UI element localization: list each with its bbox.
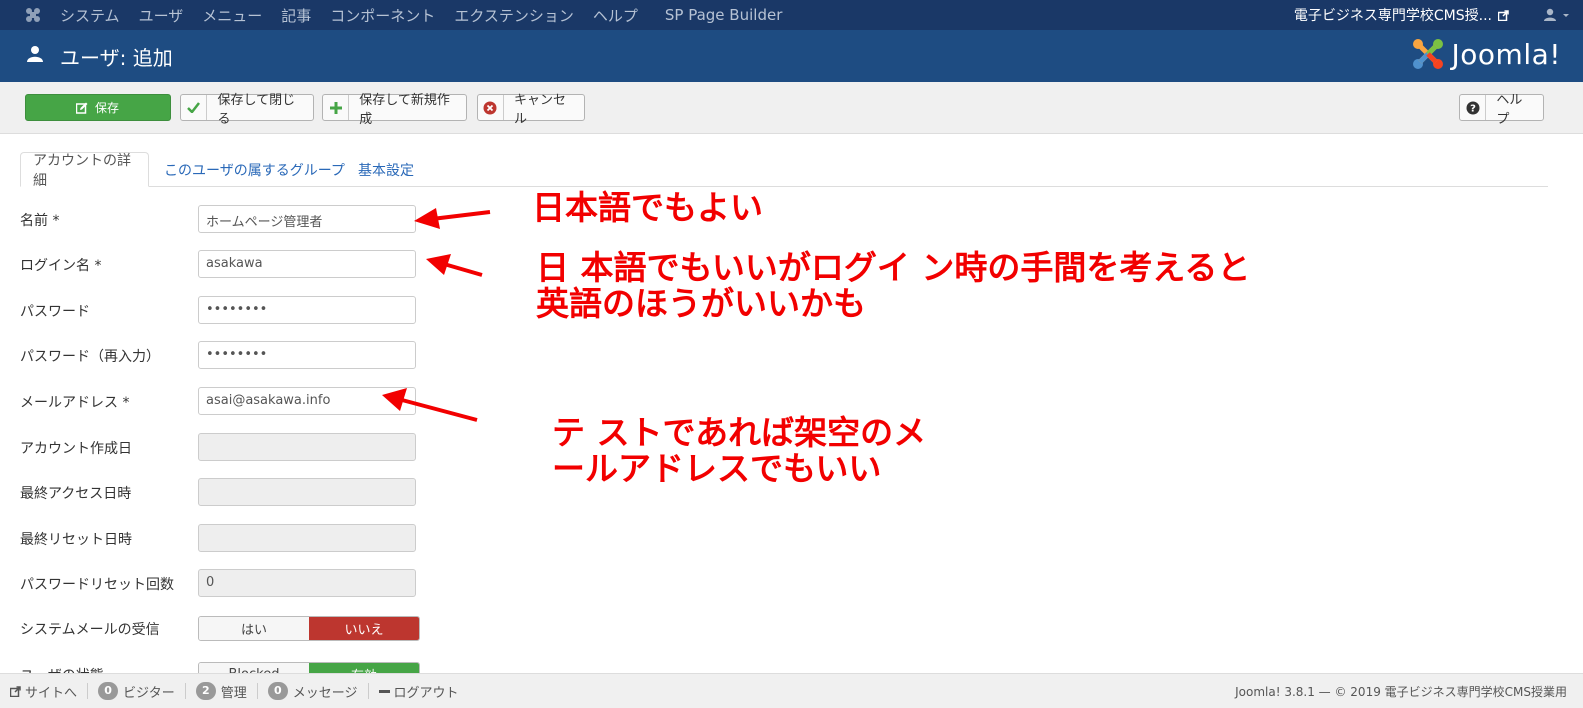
email-input[interactable]: asai@asakawa.info: [198, 387, 416, 415]
menu-extensions[interactable]: エクステンション: [454, 5, 574, 26]
save-label: 保存: [94, 101, 119, 115]
save-close-label: 保存して閉じる: [217, 92, 296, 127]
save-button[interactable]: 保存: [25, 94, 171, 121]
messages-count-badge: 0: [267, 682, 288, 700]
annotation-email-note-line2: ールアドレスでもいい: [552, 449, 882, 488]
annotation-name-note: 日本語でもよい: [532, 188, 763, 227]
resetcount-label: パスワードリセット回数: [20, 577, 174, 593]
annotation-login-note-line1: 日 本語でもいいがログイ ン時の手間を考えると: [536, 248, 1251, 287]
sendmail-no-option[interactable]: いいえ: [309, 617, 419, 640]
plus-icon: [323, 95, 350, 120]
sendmail-label: システムメールの受信: [20, 622, 160, 638]
joomla-logo-icon: [1412, 39, 1443, 69]
created-label: アカウント作成日: [20, 441, 132, 457]
form-row-password: パスワード ••••••••: [20, 296, 440, 324]
form-row-resetcount: パスワードリセット回数 0: [20, 569, 440, 597]
password-label: パスワード: [20, 304, 90, 320]
form-row-password2: パスワード（再入力） ••••••••: [20, 341, 440, 369]
view-site-link[interactable]: サイトへ: [0, 683, 89, 701]
sendmail-toggle: はい いいえ: [198, 616, 420, 641]
created-date-field: [198, 433, 416, 461]
form-row-lastvisit: 最終アクセス日時: [20, 478, 440, 506]
admins-label: 管理: [220, 685, 247, 701]
cancel-circle-icon: [478, 95, 504, 120]
page-header: ユーザ: 追加 Joomla!: [0, 30, 1583, 82]
form-row-sendmail: システムメールの受信 はい いいえ: [20, 616, 440, 644]
annotation-email-note-line1: テ ストであれば架空のメ: [552, 413, 927, 452]
tab-assigned-groups[interactable]: このユーザの属するグループ: [152, 152, 357, 187]
menu-users[interactable]: ユーザ: [139, 5, 184, 26]
help-label: ヘルプ: [1496, 92, 1523, 127]
user-icon: [27, 46, 43, 62]
sendmail-yes-option[interactable]: はい: [199, 617, 309, 640]
name-input[interactable]: ホームページ管理者: [198, 205, 416, 233]
logout-link[interactable]: ログアウト: [369, 683, 469, 701]
annotation-login-note-line2: 英語のほうがいいかも: [536, 284, 866, 323]
save-new-label: 保存して新規作成: [359, 92, 450, 127]
visitors-status[interactable]: 0 ビジター: [88, 682, 186, 701]
external-link-icon: [1498, 9, 1509, 21]
form-row-name: 名前 * ホームページ管理者: [20, 205, 440, 233]
save-new-button[interactable]: 保存して新規作成: [322, 93, 467, 127]
menu-menus[interactable]: メニュー: [202, 5, 262, 26]
site-name-link[interactable]: 電子ビジネス専門学校CMS授...: [1294, 5, 1509, 25]
view-site-label: サイトへ: [25, 685, 78, 701]
logout-label: ログアウト: [393, 685, 459, 701]
caret-down-icon: [1563, 14, 1569, 17]
edit-icon: [73, 95, 91, 120]
external-link-icon: [10, 685, 21, 697]
lastreset-date-field: [198, 524, 416, 552]
page-title: ユーザ: 追加: [60, 46, 173, 70]
question-circle-icon: ?: [1460, 95, 1487, 120]
messages-label: メッセージ: [292, 685, 358, 701]
login-input[interactable]: asakawa: [198, 250, 416, 278]
site-name-label: 電子ビジネス専門学校CMS授...: [1293, 8, 1492, 24]
admins-count-badge: 2: [195, 682, 216, 700]
check-icon: [181, 95, 208, 120]
user-menu[interactable]: [1543, 8, 1571, 22]
joomla-logo-text: Joomla!: [1451, 37, 1561, 71]
joomla-logo: Joomla!: [1410, 36, 1561, 72]
form-row-created: アカウント作成日: [20, 433, 440, 461]
help-button[interactable]: ? ヘルプ: [1459, 93, 1544, 127]
login-label: ログイン名 *: [20, 258, 102, 274]
status-bar: サイトへ 0 ビジター 2 管理 0 メッセージ ログアウト Joomla! 3…: [0, 673, 1583, 708]
admins-status[interactable]: 2 管理: [186, 682, 258, 701]
save-close-button[interactable]: 保存して閉じる: [180, 93, 314, 127]
password2-input[interactable]: ••••••••: [198, 341, 416, 369]
tab-account-details[interactable]: アカウントの詳細: [20, 152, 149, 189]
top-navbar: システム ユーザ メニュー 記事 コンポーネント エクステンション ヘルプ SP…: [0, 0, 1583, 30]
menu-content[interactable]: 記事: [281, 5, 311, 26]
copyright-text: Joomla! 3.8.1 — © 2019 電子ビジネス専門学校CMS授業用: [1235, 685, 1567, 699]
email-label: メールアドレス *: [20, 395, 130, 411]
menu-components[interactable]: コンポーネント: [330, 5, 435, 26]
messages-status[interactable]: 0 メッセージ: [258, 682, 369, 701]
cancel-button[interactable]: キャンセル: [477, 93, 585, 127]
joomla-menu-icon[interactable]: [16, 0, 50, 30]
lastvisit-label: 最終アクセス日時: [20, 486, 132, 502]
menu-system[interactable]: システム: [60, 5, 120, 26]
user-icon: [1544, 8, 1556, 21]
menu-help[interactable]: ヘルプ: [593, 5, 638, 26]
menu-sp-page-builder[interactable]: SP Page Builder: [665, 6, 782, 24]
tab-basic-settings[interactable]: 基本設定: [346, 152, 426, 187]
visitors-count-badge: 0: [98, 682, 119, 700]
lastvisit-date-field: [198, 478, 416, 506]
form-row-email: メールアドレス * asai@asakawa.info: [20, 387, 440, 415]
minus-icon: [378, 689, 390, 693]
toolbar: 保存 保存して閉じる 保存して新規作成 キャンセル ? ヘルプ: [0, 82, 1583, 134]
tab-bar: アカウントの詳細 このユーザの属するグループ 基本設定: [20, 152, 1548, 189]
resetcount-field: 0: [198, 569, 416, 597]
password-input[interactable]: ••••••••: [198, 296, 416, 324]
name-label: 名前 *: [20, 213, 60, 229]
form-row-login: ログイン名 * asakawa: [20, 250, 440, 278]
svg-text:?: ?: [1470, 103, 1476, 114]
cancel-label: キャンセル: [513, 92, 566, 127]
password2-label: パスワード（再入力）: [20, 349, 160, 365]
form-row-lastreset: 最終リセット日時: [20, 524, 440, 552]
lastreset-label: 最終リセット日時: [20, 532, 132, 548]
visitors-label: ビジター: [123, 685, 175, 701]
